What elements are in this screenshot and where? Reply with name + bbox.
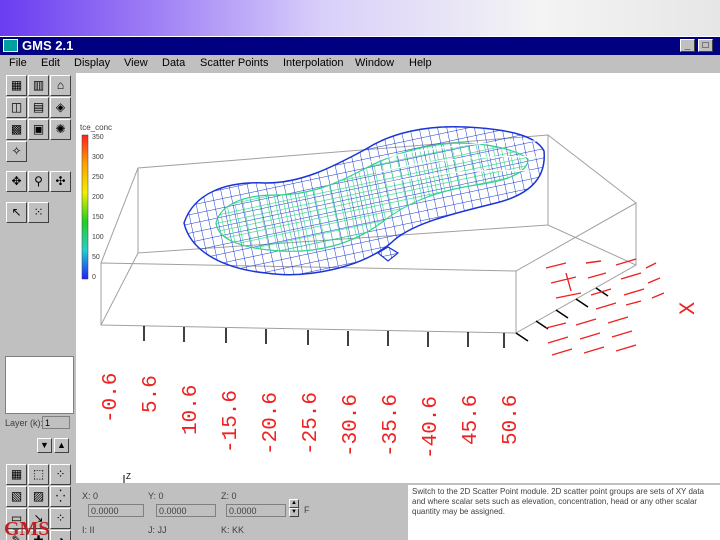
legend-title: tce_conc — [80, 123, 112, 132]
minimize-button[interactable]: _ — [680, 39, 695, 52]
rotate-tool-icon[interactable]: ✣ — [50, 171, 71, 192]
scatter-3d-module-icon[interactable]: ✺ — [50, 119, 71, 140]
z-label: Z: 0 — [221, 491, 237, 501]
axis-label: 5.6 — [140, 375, 163, 413]
light-tool-icon[interactable]: ◔ — [50, 530, 71, 540]
layer-input[interactable]: 1 — [42, 416, 70, 429]
menu-interpolation[interactable]: Interpolation — [283, 57, 344, 69]
legend-value: 250 — [92, 174, 104, 181]
axis-label: 50.6 — [500, 395, 523, 445]
legend-value: 200 — [92, 194, 104, 201]
z-down-icon[interactable]: ▼ — [289, 508, 299, 517]
legend-color-bar — [81, 134, 89, 280]
axis-label: -25.6 — [300, 392, 323, 455]
axis-label: -40.6 — [420, 396, 443, 459]
legend-value: 100 — [92, 234, 104, 241]
maximize-button[interactable]: □ — [698, 39, 713, 52]
menu-view[interactable]: View — [124, 57, 148, 69]
i-label: I: II — [82, 525, 95, 535]
tool-palette: ▦ ▥ ⌂ ◫ ▤ ◈ ▩ ▣ ✺ ✧ ✥ ⚲ ✣ ↖ ⁙ Layer (k):… — [0, 73, 76, 540]
axis-scribble-annotations — [545, 258, 665, 356]
x-label: X: 0 — [82, 491, 99, 501]
gms-logo: GMS — [4, 518, 50, 540]
select-tool-icon[interactable]: ↖ — [6, 202, 27, 223]
model-3d-view: tce_conc 350 300 250 200 150 100 50 0 -0… — [80, 123, 701, 513]
tin-module-icon[interactable]: ▦ — [6, 75, 27, 96]
layer-up-icon[interactable]: ▲ — [54, 438, 69, 453]
3d-mesh-module-icon[interactable]: ▩ — [6, 119, 27, 140]
axis-label: -35.6 — [380, 394, 403, 457]
preview-window — [5, 356, 74, 414]
axis-label: 10.6 — [180, 385, 203, 435]
legend-value: 350 — [92, 134, 104, 141]
2d-mesh-module-icon[interactable]: ◫ — [6, 97, 27, 118]
axis-label: -30.6 — [340, 394, 363, 457]
x-field[interactable]: 0.0000 — [88, 504, 144, 517]
axis-letter-x: X — [676, 302, 701, 315]
slide-banner — [0, 0, 720, 36]
axis-label: -0.6 — [100, 373, 123, 423]
menu-help[interactable]: Help — [409, 57, 432, 69]
menu-file[interactable]: File — [9, 57, 27, 69]
f-label: F — [304, 505, 310, 515]
zoom-tool-icon[interactable]: ⚲ — [28, 171, 49, 192]
layer-down-icon[interactable]: ▼ — [37, 438, 52, 453]
pan-tool-icon[interactable]: ✥ — [6, 171, 27, 192]
dotted-grid-icon[interactable]: ⁘ — [50, 464, 71, 485]
menu-window[interactable]: Window — [355, 57, 394, 69]
z-field[interactable]: 0.0000 — [226, 504, 286, 517]
menu-display[interactable]: Display — [74, 57, 110, 69]
contour-tool-icon[interactable]: ▧ — [6, 486, 27, 507]
k-label: K: KK — [221, 525, 245, 535]
layer-label: Layer (k): — [5, 418, 44, 428]
frame-tool-icon[interactable]: ⬚ — [28, 464, 49, 485]
window-title: GMS 2.1 — [22, 38, 74, 53]
app-icon — [3, 39, 18, 52]
solid-module-icon[interactable]: ⌂ — [50, 75, 71, 96]
axis-annotations: -0.6 5.6 10.6 -15.6 -20.6 -25.6 -30.6 -3… — [100, 302, 701, 513]
mesh-display-icon[interactable]: ▨ — [28, 486, 49, 507]
menu-data[interactable]: Data — [162, 57, 185, 69]
y-label: Y: 0 — [148, 491, 164, 501]
3d-grid-module-icon[interactable]: ▣ — [28, 119, 49, 140]
graphics-viewport[interactable]: tce_conc 350 300 250 200 150 100 50 0 -0… — [76, 73, 720, 517]
axis-label: -15.6 — [220, 390, 243, 453]
legend-value: 0 — [92, 274, 96, 281]
menu-edit[interactable]: Edit — [41, 57, 60, 69]
j-label: J: JJ — [148, 525, 167, 535]
triad-z: Z — [126, 472, 131, 481]
menu-bar: File Edit Display View Data Scatter Poin… — [0, 56, 720, 72]
legend-value: 50 — [92, 254, 100, 261]
axis-label: 45.6 — [460, 395, 483, 445]
menu-scatter-points[interactable]: Scatter Points — [200, 57, 268, 69]
title-bar: GMS 2.1 _ □ — [0, 37, 720, 55]
y-field[interactable]: 0.0000 — [156, 504, 216, 517]
stipple-grid-icon[interactable]: ⁘ — [50, 508, 71, 529]
help-text: Switch to the 2D Scatter Point module. 2… — [408, 485, 720, 540]
gms-window: GMS 2.1 _ □ File Edit Display View Data … — [0, 37, 720, 540]
legend-value: 150 — [92, 214, 104, 221]
scatter-2d-module-icon[interactable]: ◈ — [50, 97, 71, 118]
axis-ticks — [143, 287, 609, 348]
axis-label: -20.6 — [260, 392, 283, 455]
legend-value: 300 — [92, 154, 104, 161]
grid-display-icon[interactable]: ⁛ — [50, 486, 71, 507]
create-point-tool-icon[interactable]: ⁙ — [28, 202, 49, 223]
2d-grid-module-icon[interactable]: ▤ — [28, 97, 49, 118]
z-up-icon[interactable]: ▲ — [289, 499, 299, 508]
plot-view-icon[interactable]: ▦ — [6, 464, 27, 485]
borehole-module-icon[interactable]: ▥ — [28, 75, 49, 96]
map-module-icon[interactable]: ✧ — [6, 141, 27, 162]
status-panel: X: 0 Y: 0 Z: 0 0.0000 0.0000 0.0000 ▲ ▼ … — [76, 483, 720, 540]
